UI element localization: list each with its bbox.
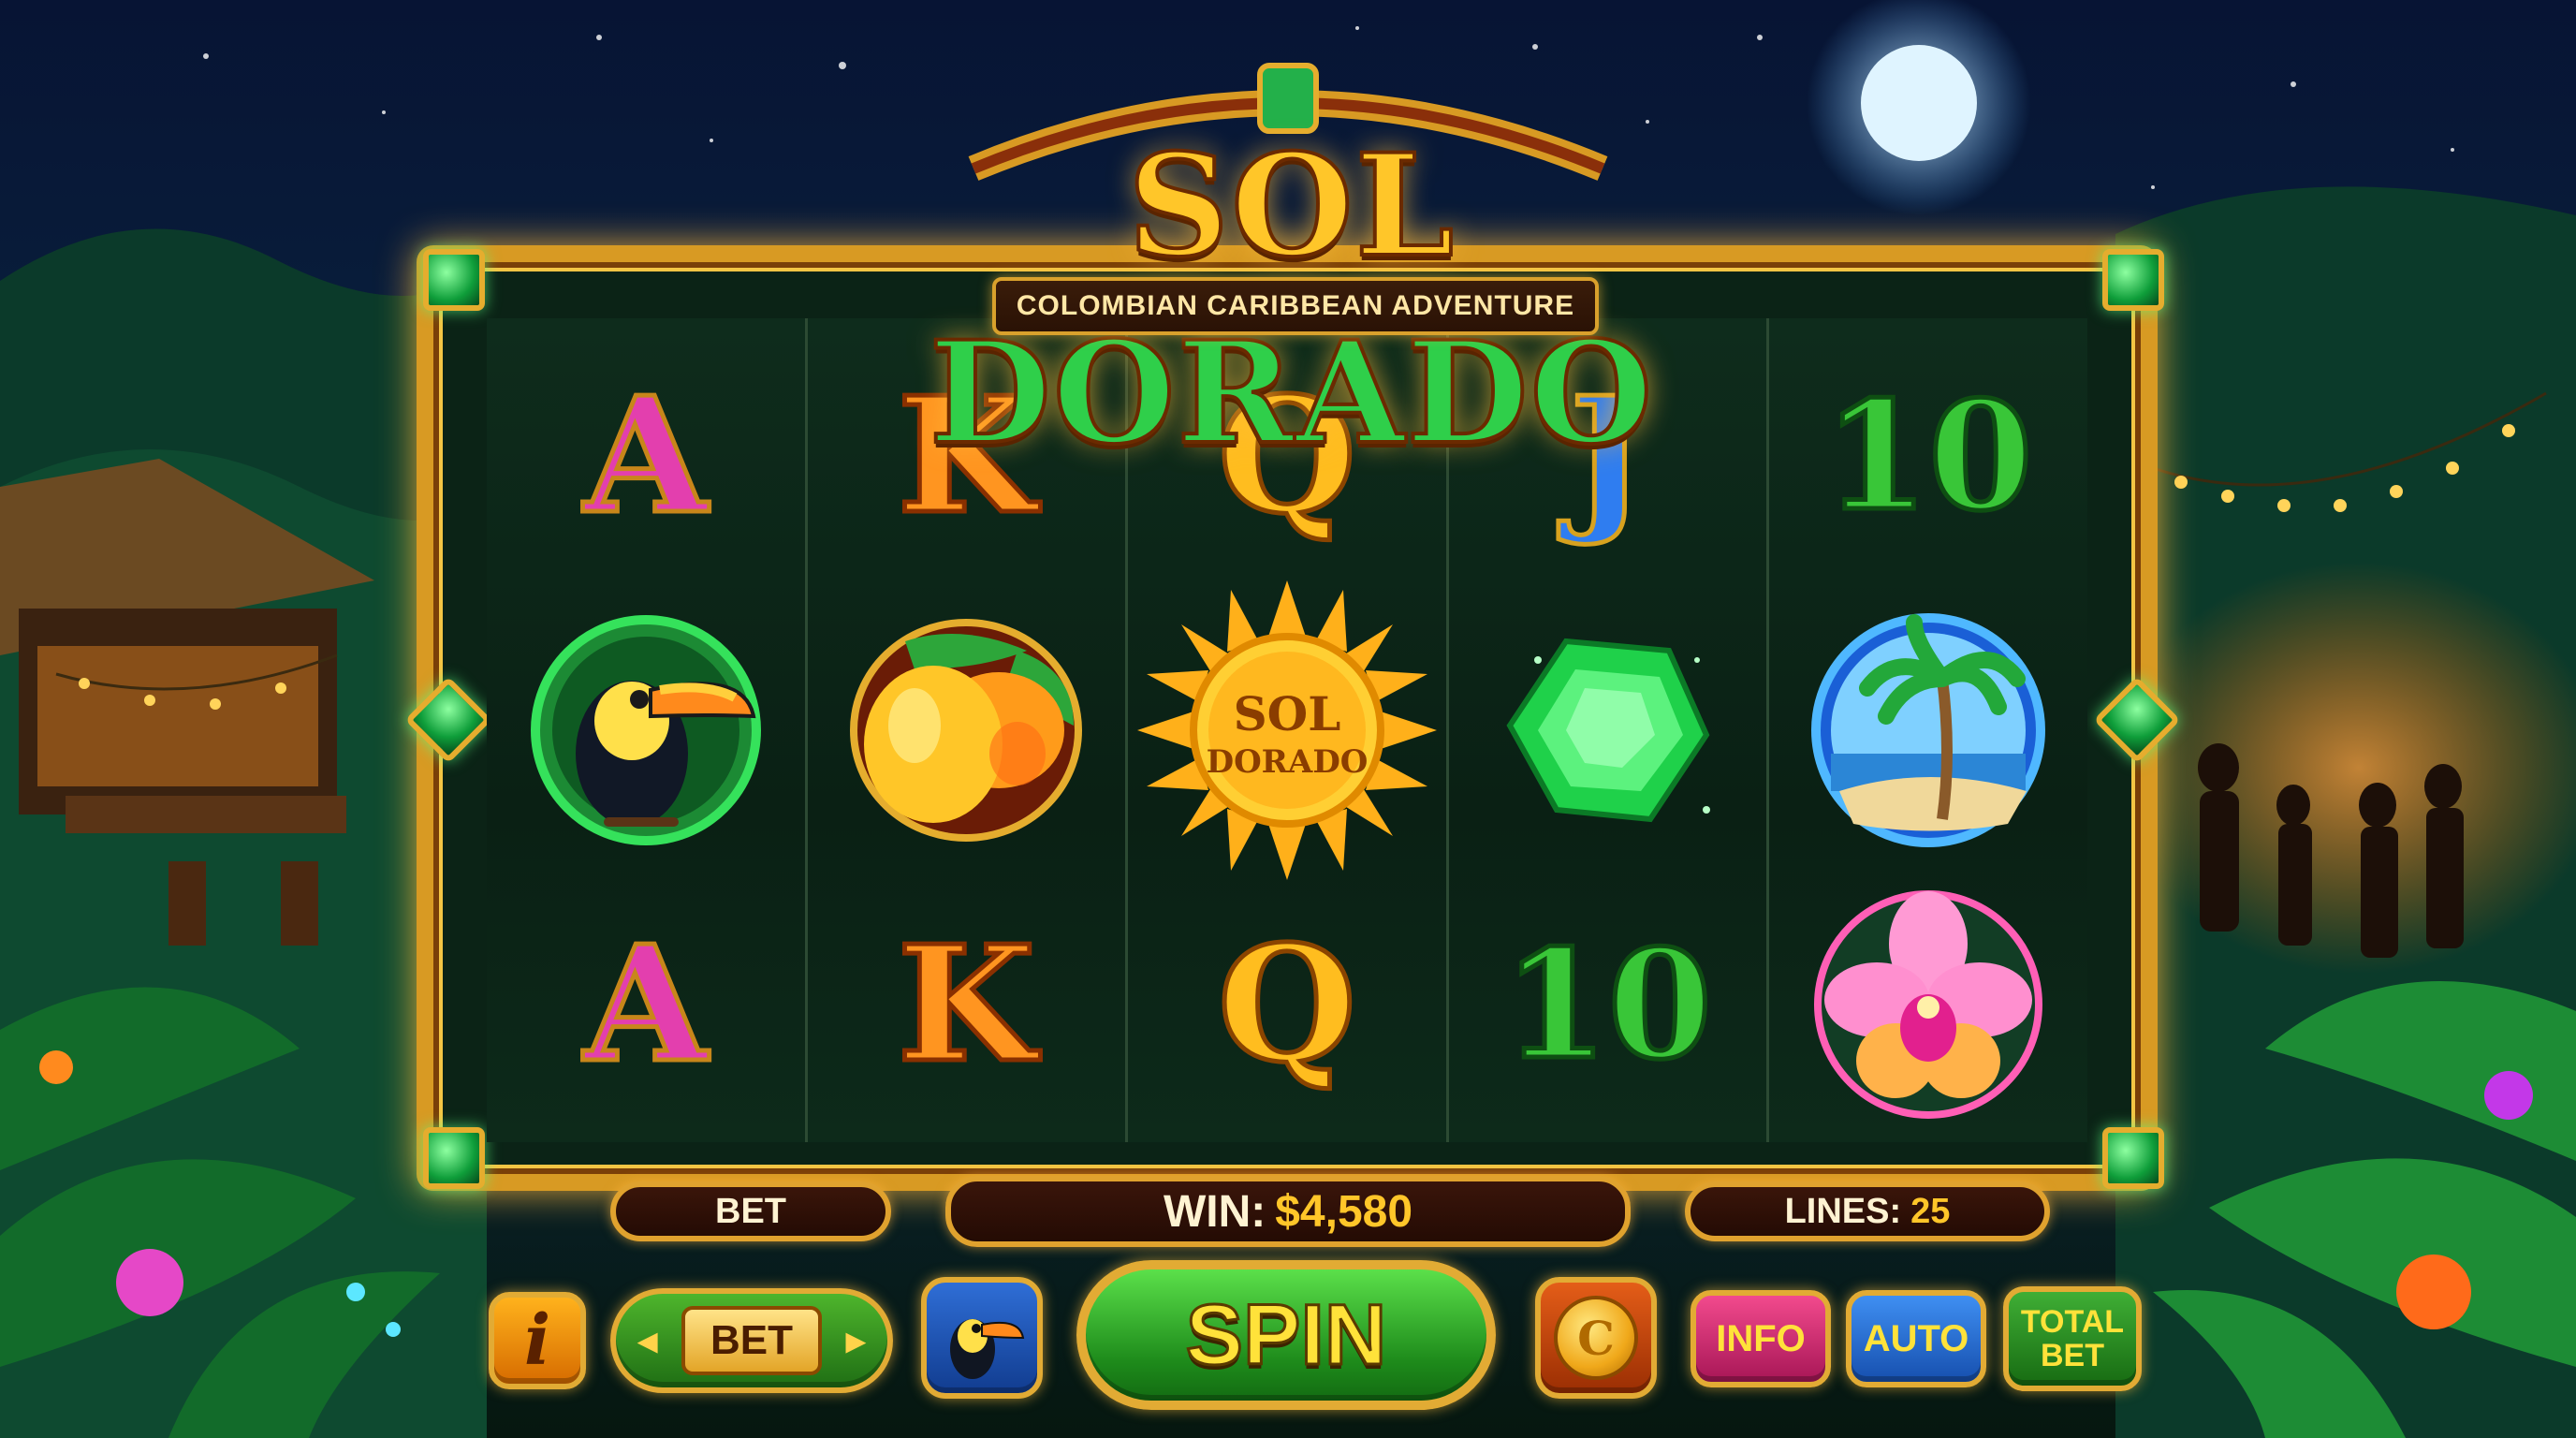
sun-wild-icon: SOL DORADO — [1136, 580, 1437, 880]
reel-symbol: A — [487, 867, 805, 1141]
info-i-button[interactable]: i — [489, 1292, 586, 1389]
wild-text-line1: SOL — [1234, 686, 1341, 741]
reel-symbol: 10 — [1769, 318, 2087, 593]
card-symbol-10: 10 — [1501, 916, 1715, 1093]
spin-button[interactable]: SPIN — [1076, 1260, 1496, 1410]
spin-label: SPIN — [1184, 1285, 1388, 1384]
lines-label: LINES: — [1784, 1191, 1902, 1231]
reel-symbol: SOL DORADO — [1128, 580, 1446, 880]
info-i-icon: i — [523, 1300, 551, 1381]
reel-symbol — [1769, 867, 2087, 1141]
reel-symbol — [487, 593, 805, 867]
bet-display: BET — [610, 1181, 891, 1241]
emerald-corner-gem — [2102, 1127, 2164, 1189]
slot-game-screen: A A K K Q SOL DORADO Q J 10 10 SOL DORAD… — [0, 0, 2576, 1438]
auto-label: AUTO — [1863, 1317, 1969, 1359]
emerald-corner-gem — [423, 249, 485, 311]
reel-symbol: A — [487, 318, 805, 593]
palm-beach-icon — [1811, 612, 2046, 847]
emerald-corner-gem — [423, 1127, 485, 1189]
reel-1: A A — [487, 318, 808, 1142]
total-bet-line1: TOTAL — [2020, 1304, 2125, 1340]
card-symbol-a: A — [581, 910, 710, 1098]
reel-symbol: Q — [1128, 867, 1446, 1141]
win-display: WIN: $4,580 — [945, 1176, 1631, 1247]
coin-icon: C — [1554, 1296, 1638, 1380]
card-symbol-10: 10 — [1822, 367, 2035, 544]
total-bet-line2: BET — [2041, 1338, 2104, 1373]
bet-display-label: BET — [715, 1191, 786, 1231]
bet-button-label[interactable]: BET — [681, 1306, 822, 1375]
toucan-feature-button[interactable] — [921, 1277, 1043, 1399]
reel-symbol — [1449, 593, 1767, 867]
bet-selector: ◂ BET ▸ — [610, 1288, 893, 1393]
reel-symbol — [1769, 593, 2087, 867]
card-symbol-q: Q — [1215, 910, 1358, 1098]
reel-symbol: 10 — [1449, 867, 1767, 1141]
title-word-sol: SOL — [1126, 122, 1456, 290]
reel-5: 10 — [1769, 318, 2087, 1142]
toucan-icon — [950, 1319, 1025, 1379]
game-subtitle: COLOMBIAN CARIBBEAN ADVENTURE — [992, 277, 1599, 335]
card-symbol-k: K — [895, 910, 1038, 1098]
win-amount: $4,580 — [1275, 1186, 1413, 1237]
title-word-dorado: DORADO — [928, 309, 1655, 477]
mango-icon — [850, 618, 1083, 842]
reel-symbol — [808, 593, 1126, 867]
total-bet-button[interactable]: TOTAL BET — [2003, 1286, 2142, 1391]
bet-increase-button[interactable]: ▸ — [831, 1311, 880, 1371]
toucan-icon — [530, 614, 761, 845]
reel-symbol: K — [808, 867, 1126, 1141]
lines-display: LINES: 25 — [1685, 1181, 2050, 1241]
wild-text-line2: DORADO — [1207, 743, 1368, 781]
win-label: WIN: — [1163, 1186, 1266, 1237]
info-label: INFO — [1716, 1317, 1806, 1359]
coin-button[interactable]: C — [1535, 1277, 1657, 1399]
game-title: SOL DORADO — [805, 112, 1778, 477]
lines-value: 25 — [1910, 1191, 1951, 1231]
emerald-icon — [1506, 638, 1710, 822]
info-button[interactable]: INFO — [1690, 1290, 1831, 1387]
emerald-corner-gem — [2102, 249, 2164, 311]
card-symbol-a: A — [581, 361, 710, 550]
orchid-icon — [1814, 889, 2043, 1119]
auto-button[interactable]: AUTO — [1846, 1290, 1986, 1387]
bet-decrease-button[interactable]: ◂ — [623, 1311, 672, 1371]
